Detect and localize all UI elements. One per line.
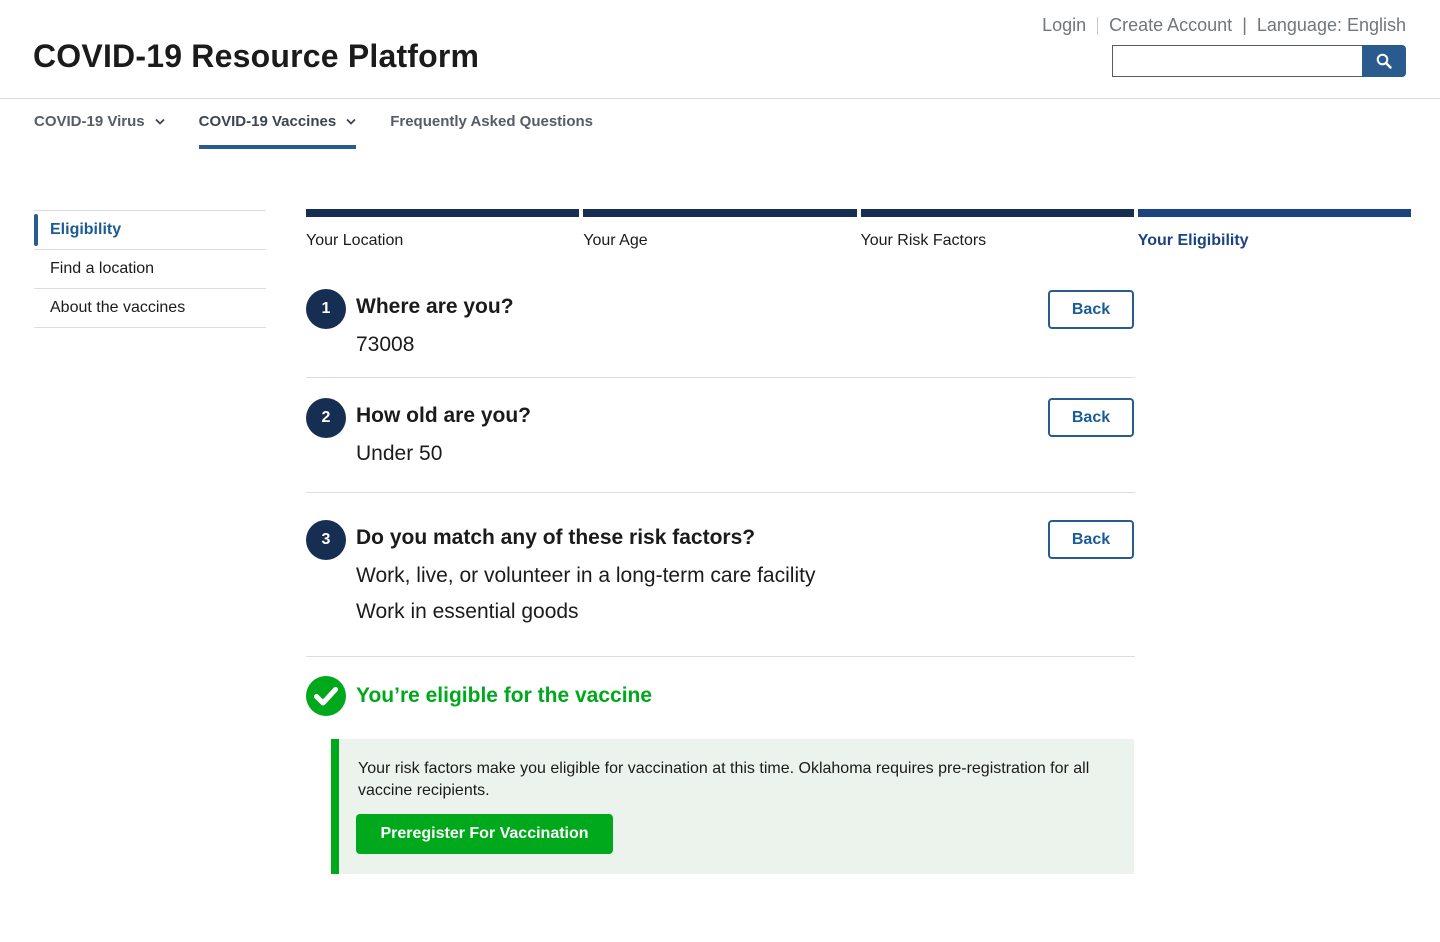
question-title: How old are you? <box>356 404 532 427</box>
divider: | <box>1242 15 1247 35</box>
search-button[interactable] <box>1362 45 1406 77</box>
nav-faq[interactable]: Frequently Asked Questions <box>390 99 593 149</box>
step-bar <box>860 209 1134 217</box>
sidenav-item-find-location[interactable]: Find a location <box>34 250 266 289</box>
question-answer: Work in essential goods <box>356 600 579 623</box>
create-account-link[interactable]: Create Account <box>1109 15 1232 36</box>
nav-covid-vaccines[interactable]: COVID-19 Vaccines <box>198 99 357 149</box>
language-selector[interactable]: Language: English <box>1257 15 1406 36</box>
step-number: 1 <box>306 289 346 329</box>
step-eligibility: Your Eligibility <box>1137 209 1411 250</box>
nav-item-label: COVID-19 Virus <box>34 112 145 130</box>
back-button[interactable]: Back <box>1048 398 1134 437</box>
chevron-down-icon <box>346 118 356 125</box>
step-label: Your Age <box>583 232 648 249</box>
answers-summary: 1 Where are you? 73008 Back 2 How old ar… <box>306 289 1135 657</box>
side-nav: Eligibility Find a location About the va… <box>34 210 266 328</box>
step-location: Your Location <box>306 209 580 250</box>
sidenav-item-about-vaccines[interactable]: About the vaccines <box>34 289 266 328</box>
step-label: Your Eligibility <box>1137 232 1249 249</box>
back-button[interactable]: Back <box>1048 520 1134 559</box>
back-button[interactable]: Back <box>1048 290 1134 329</box>
login-link[interactable]: Login <box>1042 15 1086 36</box>
step-number: 2 <box>306 398 346 438</box>
question-location: 1 Where are you? 73008 Back <box>306 289 1135 378</box>
search-icon <box>1376 53 1392 69</box>
question-age: 2 How old are you? Under 50 Back <box>306 378 1135 493</box>
chevron-down-icon <box>154 118 165 125</box>
preregister-button[interactable]: Preregister For Vaccination <box>356 814 613 854</box>
nav-item-label: Frequently Asked Questions <box>390 112 594 130</box>
step-bar <box>1137 209 1411 217</box>
question-answer: 73008 <box>356 333 415 356</box>
utility-nav: Login Create Account | Language: English <box>1042 15 1406 36</box>
step-bar <box>306 209 580 217</box>
alert-message: Your risk factors make you eligible for … <box>358 760 1090 799</box>
sidenav-item-eligibility[interactable]: Eligibility <box>34 211 266 250</box>
site-title[interactable]: COVID-19 Resource Platform <box>33 38 479 75</box>
result-title: You’re eligible for the vaccine <box>356 684 653 707</box>
step-bar <box>583 209 857 217</box>
divider <box>1097 16 1099 35</box>
question-risk-factors: 3 Do you match any of these risk factors… <box>306 493 1135 657</box>
step-number: 3 <box>306 520 346 560</box>
search-input[interactable] <box>1112 45 1362 77</box>
nav-item-label: COVID-19 Vaccines <box>198 112 337 130</box>
success-alert: Your risk factors make you eligible for … <box>331 739 1134 874</box>
nav-covid-virus[interactable]: COVID-19 Virus <box>34 99 165 149</box>
primary-nav: COVID-19 Virus COVID-19 Vaccines Frequen… <box>34 99 627 149</box>
question-answer: Under 50 <box>356 442 443 465</box>
question-title: Do you match any of these risk factors? <box>356 526 756 549</box>
step-age: Your Age <box>583 209 857 250</box>
site-header: COVID-19 Resource Platform Login Create … <box>0 0 1440 99</box>
question-title: Where are you? <box>356 295 514 318</box>
step-indicator: Your Location Your Age Your Risk Factors… <box>306 209 1411 250</box>
question-answer: Work, live, or volunteer in a long-term … <box>356 564 816 587</box>
step-label: Your Location <box>306 232 404 249</box>
check-circle-icon <box>306 676 346 716</box>
step-label: Your Risk Factors <box>860 232 987 249</box>
step-risk-factors: Your Risk Factors <box>860 209 1134 250</box>
search-form <box>1112 45 1406 77</box>
eligibility-result: You’re eligible for the vaccine <box>306 676 652 716</box>
